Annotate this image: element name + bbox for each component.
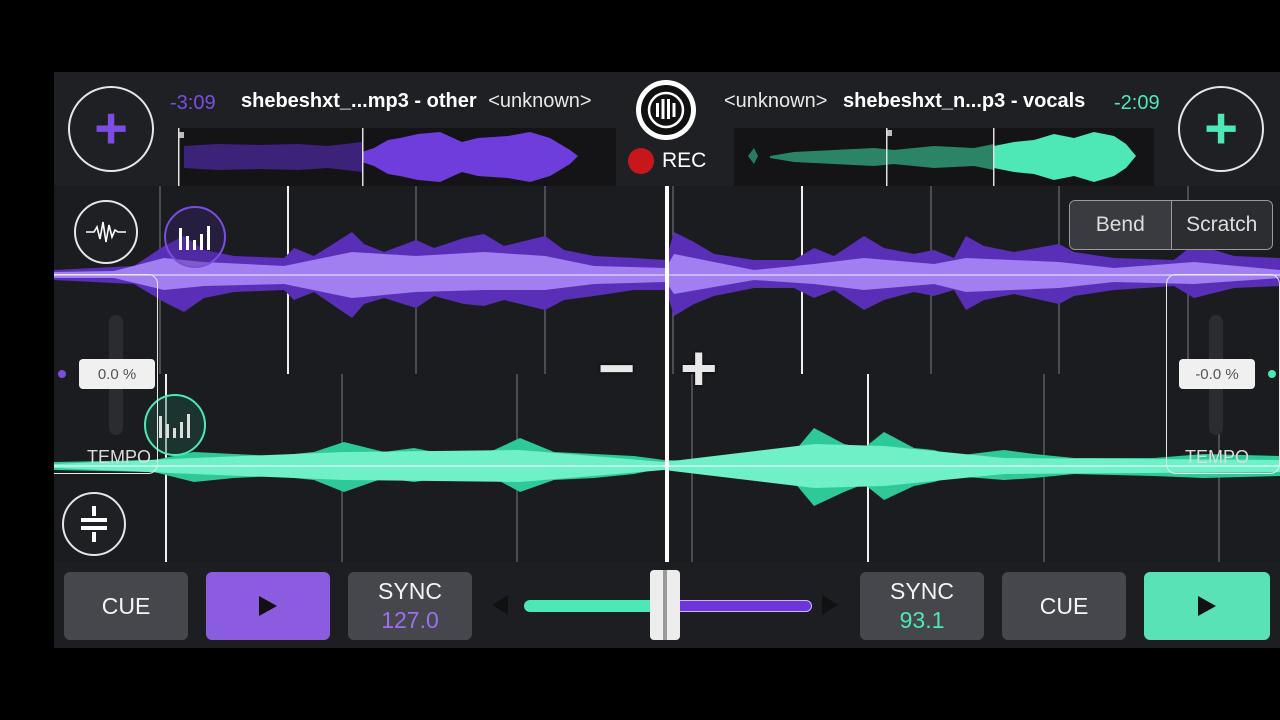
right-bpm: 93.1 bbox=[899, 607, 945, 633]
bend-option[interactable]: Bend bbox=[1070, 201, 1172, 249]
left-tempo-label: TEMPO bbox=[87, 447, 152, 467]
left-tempo-panel: 0.0 % TEMPO bbox=[54, 274, 158, 474]
right-cue-button[interactable]: CUE bbox=[1002, 572, 1126, 640]
right-overview-waveform[interactable] bbox=[734, 128, 1154, 186]
left-tempo-dot bbox=[58, 370, 66, 378]
play-icon bbox=[259, 596, 277, 616]
left-play-button[interactable] bbox=[206, 572, 330, 640]
right-track-artist: <unknown> bbox=[724, 90, 828, 112]
play-icon bbox=[1198, 596, 1216, 616]
right-play-button[interactable] bbox=[1144, 572, 1270, 640]
waveform-view-button[interactable] bbox=[74, 200, 138, 264]
crossfader-left-track bbox=[524, 600, 664, 612]
right-tempo-value: -0.0 % bbox=[1179, 359, 1255, 389]
deck-left-bars-button[interactable] bbox=[164, 206, 226, 268]
add-track-left-button[interactable]: + bbox=[68, 86, 154, 172]
right-sync-label: SYNC bbox=[890, 578, 954, 604]
bars-icon bbox=[179, 226, 210, 250]
add-track-right-button[interactable]: + bbox=[1178, 86, 1264, 172]
record-dot-icon bbox=[628, 148, 654, 174]
crossfader[interactable] bbox=[492, 570, 842, 640]
crossfader-knob[interactable] bbox=[650, 570, 680, 640]
left-overview-waveform[interactable] bbox=[178, 128, 616, 186]
left-sync-label: SYNC bbox=[378, 578, 442, 604]
top-bar: + -3:09 shebeshxt_...mp3 - other <unknow… bbox=[54, 72, 1280, 186]
crossfader-right-track bbox=[664, 600, 812, 612]
waveform-area[interactable]: 0.0 % TEMPO -0.0 % TEMPO Bend Scratch − … bbox=[54, 186, 1280, 562]
equalizer-button[interactable] bbox=[62, 492, 126, 556]
left-track-title: shebeshxt_...mp3 - other bbox=[241, 90, 477, 112]
left-time: -3:09 bbox=[170, 92, 216, 114]
plus-icon: + bbox=[1204, 96, 1238, 161]
right-tempo-label: TEMPO bbox=[1185, 447, 1250, 467]
right-track-title: shebeshxt_n...p3 - vocals bbox=[842, 90, 1086, 112]
right-sync-button[interactable]: SYNC 93.1 bbox=[860, 572, 984, 640]
playhead bbox=[665, 186, 669, 562]
waveform-icon bbox=[86, 221, 126, 243]
left-bpm: 127.0 bbox=[381, 607, 439, 633]
plus-icon: + bbox=[94, 96, 128, 161]
left-track-artist: <unknown> bbox=[488, 90, 592, 112]
record-logo-icon[interactable] bbox=[636, 80, 696, 140]
record-label: REC bbox=[662, 149, 707, 172]
plus-icon[interactable]: + bbox=[680, 336, 717, 400]
dj-app: + -3:09 shebeshxt_...mp3 - other <unknow… bbox=[54, 72, 1280, 648]
scratch-option[interactable]: Scratch bbox=[1172, 201, 1273, 249]
left-track-info[interactable]: shebeshxt_...mp3 - other <unknown> bbox=[241, 90, 592, 113]
right-tempo-panel: -0.0 % TEMPO bbox=[1166, 274, 1280, 474]
bars-icon bbox=[159, 414, 190, 438]
crossfader-left-arrow-icon[interactable] bbox=[492, 595, 508, 615]
transport-bar: CUE SYNC 127.0 SYNC 93.1 CUE bbox=[54, 562, 1280, 648]
left-cue-label: CUE bbox=[101, 592, 151, 619]
left-tempo-value: 0.0 % bbox=[79, 359, 155, 389]
crossfader-right-arrow-icon[interactable] bbox=[822, 595, 838, 615]
right-cue-label: CUE bbox=[1039, 592, 1089, 619]
right-time: -2:09 bbox=[1114, 92, 1160, 114]
minus-icon[interactable]: − bbox=[598, 336, 635, 400]
left-sync-button[interactable]: SYNC 127.0 bbox=[348, 572, 472, 640]
mode-toggle[interactable]: Bend Scratch bbox=[1069, 200, 1273, 250]
right-track-info[interactable]: <unknown> shebeshxt_n...p3 - vocals bbox=[724, 90, 1085, 113]
right-tempo-dot bbox=[1268, 370, 1276, 378]
equalizer-icon bbox=[81, 506, 107, 542]
left-cue-button[interactable]: CUE bbox=[64, 572, 188, 640]
record-button[interactable]: REC bbox=[628, 148, 706, 174]
